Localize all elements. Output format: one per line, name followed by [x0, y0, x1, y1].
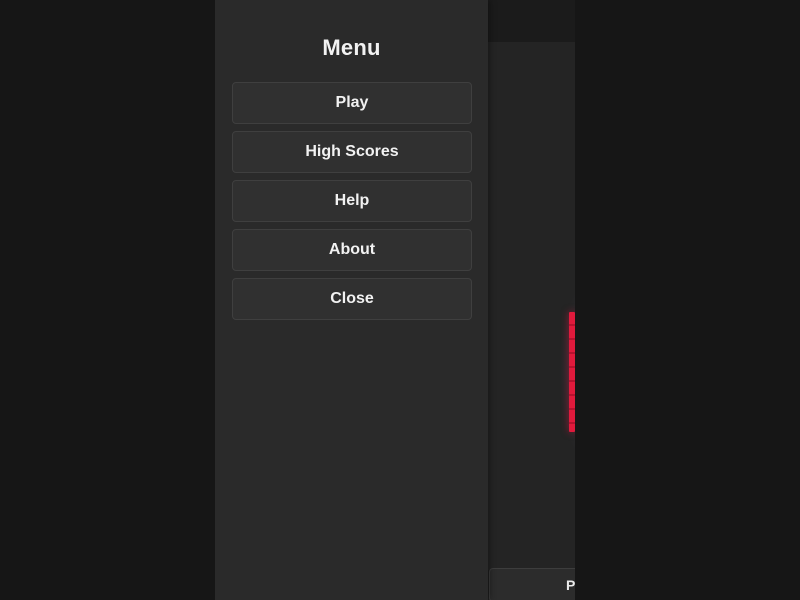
help-button[interactable]: Help [232, 180, 472, 222]
game-play-button[interactable]: P [489, 568, 575, 600]
game-board[interactable] [488, 42, 575, 570]
about-button[interactable]: About [232, 229, 472, 271]
high-scores-button[interactable]: High Scores [232, 131, 472, 173]
app-viewport: P Menu Play High Scores Help About Close [215, 0, 575, 600]
game-top-bar [488, 0, 575, 42]
menu-drawer: Menu Play High Scores Help About Close [215, 0, 488, 600]
close-button[interactable]: Close [232, 278, 472, 320]
menu-list: Play High Scores Help About Close [232, 82, 472, 327]
play-button[interactable]: Play [232, 82, 472, 124]
snake [569, 312, 575, 432]
menu-title: Menu [322, 35, 381, 60]
